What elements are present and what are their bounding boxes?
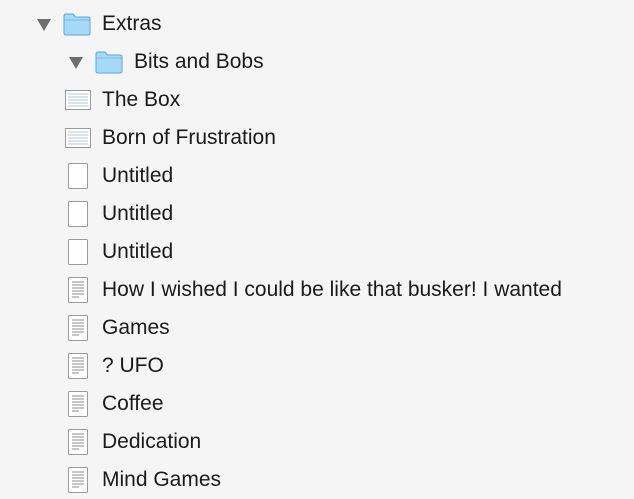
binder-row-label: Extras [102,12,162,35]
lined-document-icon [64,127,92,149]
disclosure-triangle-icon[interactable] [68,54,84,70]
binder-row-label: Untitled [102,202,174,225]
binder-row-label: The Box [102,88,181,111]
binder-row-label: Mind Games [102,468,222,491]
blank-document-icon [67,162,89,190]
binder-row[interactable]: ? UFO [0,347,634,385]
binder-row[interactable]: Mind Games [0,461,634,499]
binder-row[interactable]: Games [0,309,634,347]
blank-document-icon [67,238,89,266]
lined-document-icon [64,89,92,111]
binder-row[interactable]: Born of Frustration [0,119,634,157]
binder-outline: Extras Bits and Bobs The Box Born of Frustr… [0,0,634,498]
text-document-icon [67,352,89,380]
binder-row[interactable]: How I wished I could be like that busker… [0,271,634,309]
binder-row-label: Untitled [102,240,174,263]
binder-row-label: Dedication [102,430,202,453]
binder-row[interactable]: The Box [0,81,634,119]
binder-row-label: Coffee [102,392,164,415]
binder-row[interactable]: Extras [0,5,634,43]
binder-row[interactable]: Coffee [0,385,634,423]
binder-row-label: Born of Frustration [102,126,276,149]
binder-row[interactable]: Untitled [0,233,634,271]
text-document-icon [67,466,89,494]
binder-row[interactable]: Dedication [0,423,634,461]
binder-row-label: Games [102,316,170,339]
binder-row-label: ? UFO [102,354,164,377]
disclosure-triangle-icon[interactable] [36,16,52,32]
text-document-icon [67,428,89,456]
binder-row[interactable]: Untitled [0,157,634,195]
binder-row[interactable]: Bits and Bobs [0,43,634,81]
folder-icon [94,49,124,75]
folder-icon [62,11,92,37]
blank-document-icon [67,200,89,228]
binder-row-label: How I wished I could be like that busker… [102,278,562,301]
binder-row-label: Bits and Bobs [134,50,264,73]
text-document-icon [67,314,89,342]
text-document-icon [67,276,89,304]
binder-row-label: Untitled [102,164,174,187]
binder-row[interactable]: Untitled [0,195,634,233]
text-document-icon [67,390,89,418]
